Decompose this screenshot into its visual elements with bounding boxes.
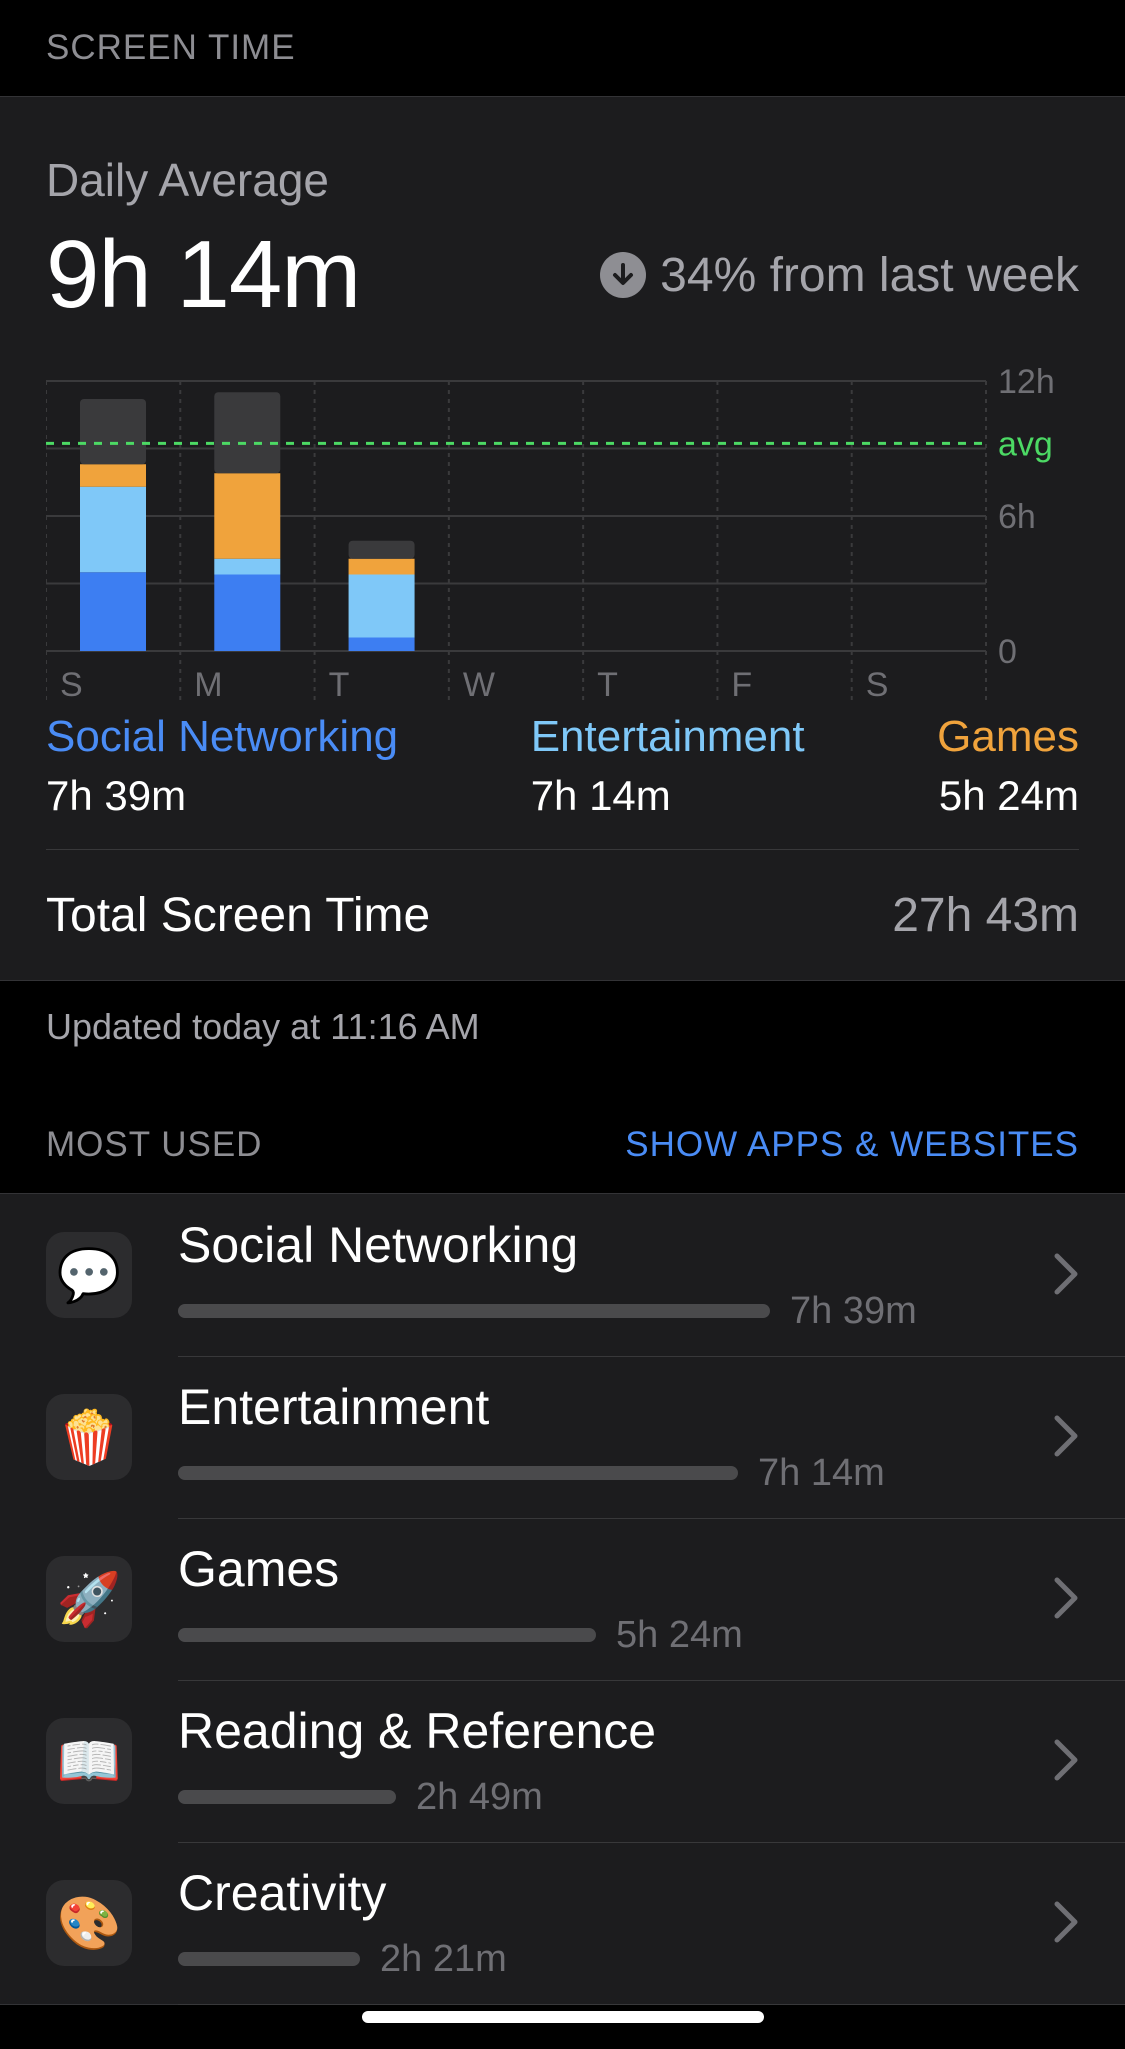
trend-text: 34% from last week — [660, 248, 1079, 302]
total-value: 27h 43m — [892, 888, 1079, 942]
item-usage-row: 2h 49m — [178, 1776, 543, 1819]
screen-time-header: SCREEN TIME — [0, 0, 1125, 96]
bar-segment — [214, 392, 281, 474]
chevron-right-icon — [1054, 1415, 1078, 1456]
bar-segment — [214, 558, 281, 575]
category-games: Games 5h 24m — [937, 711, 1079, 849]
section-title: SCREEN TIME — [46, 28, 296, 67]
list-item[interactable]: 💬 Social Networking 7h 39m — [0, 1194, 1125, 1357]
y-tick-label: 12h — [998, 363, 1055, 401]
category-social: Social Networking 7h 39m — [46, 711, 398, 849]
bar-segment — [80, 486, 146, 573]
total-screen-time-row: Total Screen Time 27h 43m — [46, 850, 1079, 980]
speech-bubbles-heart-icon: 💬 — [46, 1232, 132, 1318]
day-tick-label: S — [866, 666, 889, 701]
bar-segment — [80, 572, 146, 651]
speech-bubbles-heart-icon-glyph: 💬 — [56, 1246, 122, 1305]
item-time: 7h 14m — [758, 1451, 885, 1494]
item-usage-row: 5h 24m — [178, 1614, 743, 1657]
item-title: Games — [178, 1540, 340, 1597]
item-time: 2h 21m — [380, 1937, 507, 1980]
day-tick-label: F — [731, 666, 752, 701]
category-value: 7h 14m — [530, 771, 671, 819]
day-tick-label: M — [194, 666, 222, 701]
category-name: Entertainment — [530, 712, 805, 761]
trend-indicator: 34% from last week — [600, 248, 1079, 303]
show-apps-websites-link[interactable]: SHOW APPS & WEBSITES — [625, 1125, 1079, 1165]
item-usage-row: 2h 21m — [178, 1938, 507, 1981]
open-book-icon-glyph: 📖 — [56, 1732, 122, 1791]
usage-bar — [178, 1952, 360, 1966]
usage-bar — [178, 1628, 596, 1642]
popcorn-icon: 🍿 — [46, 1394, 132, 1480]
bar-segment — [348, 574, 415, 638]
category-entertainment: Entertainment 7h 14m — [531, 711, 805, 849]
bar-segment — [348, 540, 415, 559]
list-item[interactable]: 🍿 Entertainment 7h 14m — [0, 1356, 1125, 1519]
item-time: 5h 24m — [616, 1613, 743, 1656]
home-indicator[interactable] — [362, 2011, 764, 2023]
chevron-right-icon — [1054, 1253, 1078, 1294]
palette-icon-glyph: 🎨 — [56, 1894, 122, 1953]
day-tick-label: W — [463, 666, 495, 701]
updated-text: Updated today at 11:16 AM — [46, 1006, 480, 1047]
usage-chart[interactable]: S M T W T F S 12h avg 6h 0 — [46, 361, 1079, 701]
y-tick-label: 0 — [998, 633, 1017, 671]
item-usage-row: 7h 39m — [178, 1290, 917, 1333]
bar-segment — [214, 473, 281, 559]
item-time: 2h 49m — [416, 1775, 543, 1818]
usage-bar — [178, 1304, 770, 1318]
item-title: Reading & Reference — [178, 1702, 657, 1759]
usage-bar — [178, 1790, 396, 1804]
day-tick-label: T — [329, 666, 350, 701]
list-item[interactable]: 🚀 Games 5h 24m — [0, 1518, 1125, 1681]
item-title: Social Networking — [178, 1216, 579, 1273]
day-tick-label: T — [597, 666, 618, 701]
item-time: 7h 39m — [790, 1289, 917, 1332]
bar-segment — [348, 637, 415, 651]
most-used-title: MOST USED — [46, 1125, 263, 1164]
category-name: Games — [937, 712, 1079, 761]
usage-bar — [178, 1466, 738, 1480]
rocket-icon-glyph: 🚀 — [56, 1570, 122, 1629]
y-tick-label: avg — [998, 425, 1053, 463]
chevron-right-icon — [1054, 1901, 1078, 1942]
popcorn-icon-glyph: 🍿 — [56, 1408, 122, 1467]
rocket-icon: 🚀 — [46, 1556, 132, 1642]
y-tick-label: 6h — [998, 498, 1036, 536]
chevron-right-icon — [1054, 1739, 1078, 1780]
bar-segment — [80, 399, 146, 465]
palette-icon: 🎨 — [46, 1880, 132, 1966]
usage-chart-svg: S M T W T F S 12h avg 6h 0 — [46, 363, 1055, 701]
daily-average-value: 9h 14m — [46, 221, 361, 328]
most-used-header: MOST USED SHOW APPS & WEBSITES — [0, 1097, 1125, 1193]
day-tick-label: S — [60, 666, 83, 701]
open-book-icon: 📖 — [46, 1718, 132, 1804]
arrow-down-circle-icon — [600, 252, 647, 298]
list-item[interactable]: 📖 Reading & Reference 2h 49m — [0, 1680, 1125, 1843]
chevron-right-icon — [1054, 1577, 1078, 1618]
daily-average-label: Daily Average — [46, 154, 329, 206]
summary-card[interactable]: Daily Average 9h 14m 34% from last week … — [0, 96, 1125, 981]
category-value: 7h 39m — [46, 771, 187, 819]
bar-segment — [80, 464, 146, 487]
total-label: Total Screen Time — [46, 888, 431, 942]
item-title: Creativity — [178, 1864, 387, 1921]
category-value: 5h 24m — [938, 771, 1079, 819]
category-name: Social Networking — [46, 712, 399, 761]
item-title: Entertainment — [178, 1378, 490, 1435]
category-summary: Social Networking 7h 39m Entertainment 7… — [46, 701, 1079, 849]
list-item[interactable]: 🎨 Creativity 2h 21m — [0, 1842, 1125, 2005]
bar-segment — [214, 574, 281, 651]
most-used-list: 💬 Social Networking 7h 39m 🍿 Entertainme… — [0, 1193, 1125, 2005]
item-usage-row: 7h 14m — [178, 1452, 885, 1495]
bar-segment — [348, 558, 415, 575]
